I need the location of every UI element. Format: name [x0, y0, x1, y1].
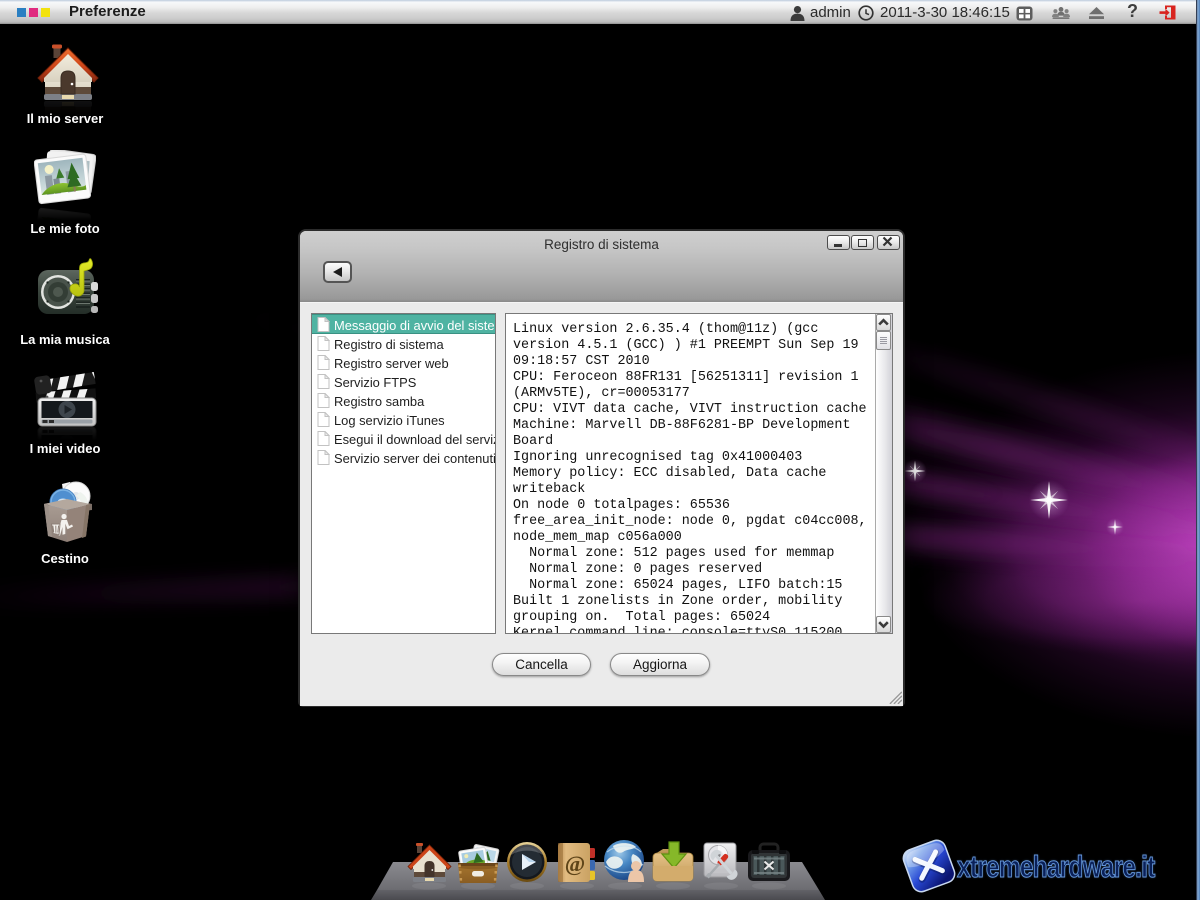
svg-text:@: @ — [565, 851, 585, 876]
